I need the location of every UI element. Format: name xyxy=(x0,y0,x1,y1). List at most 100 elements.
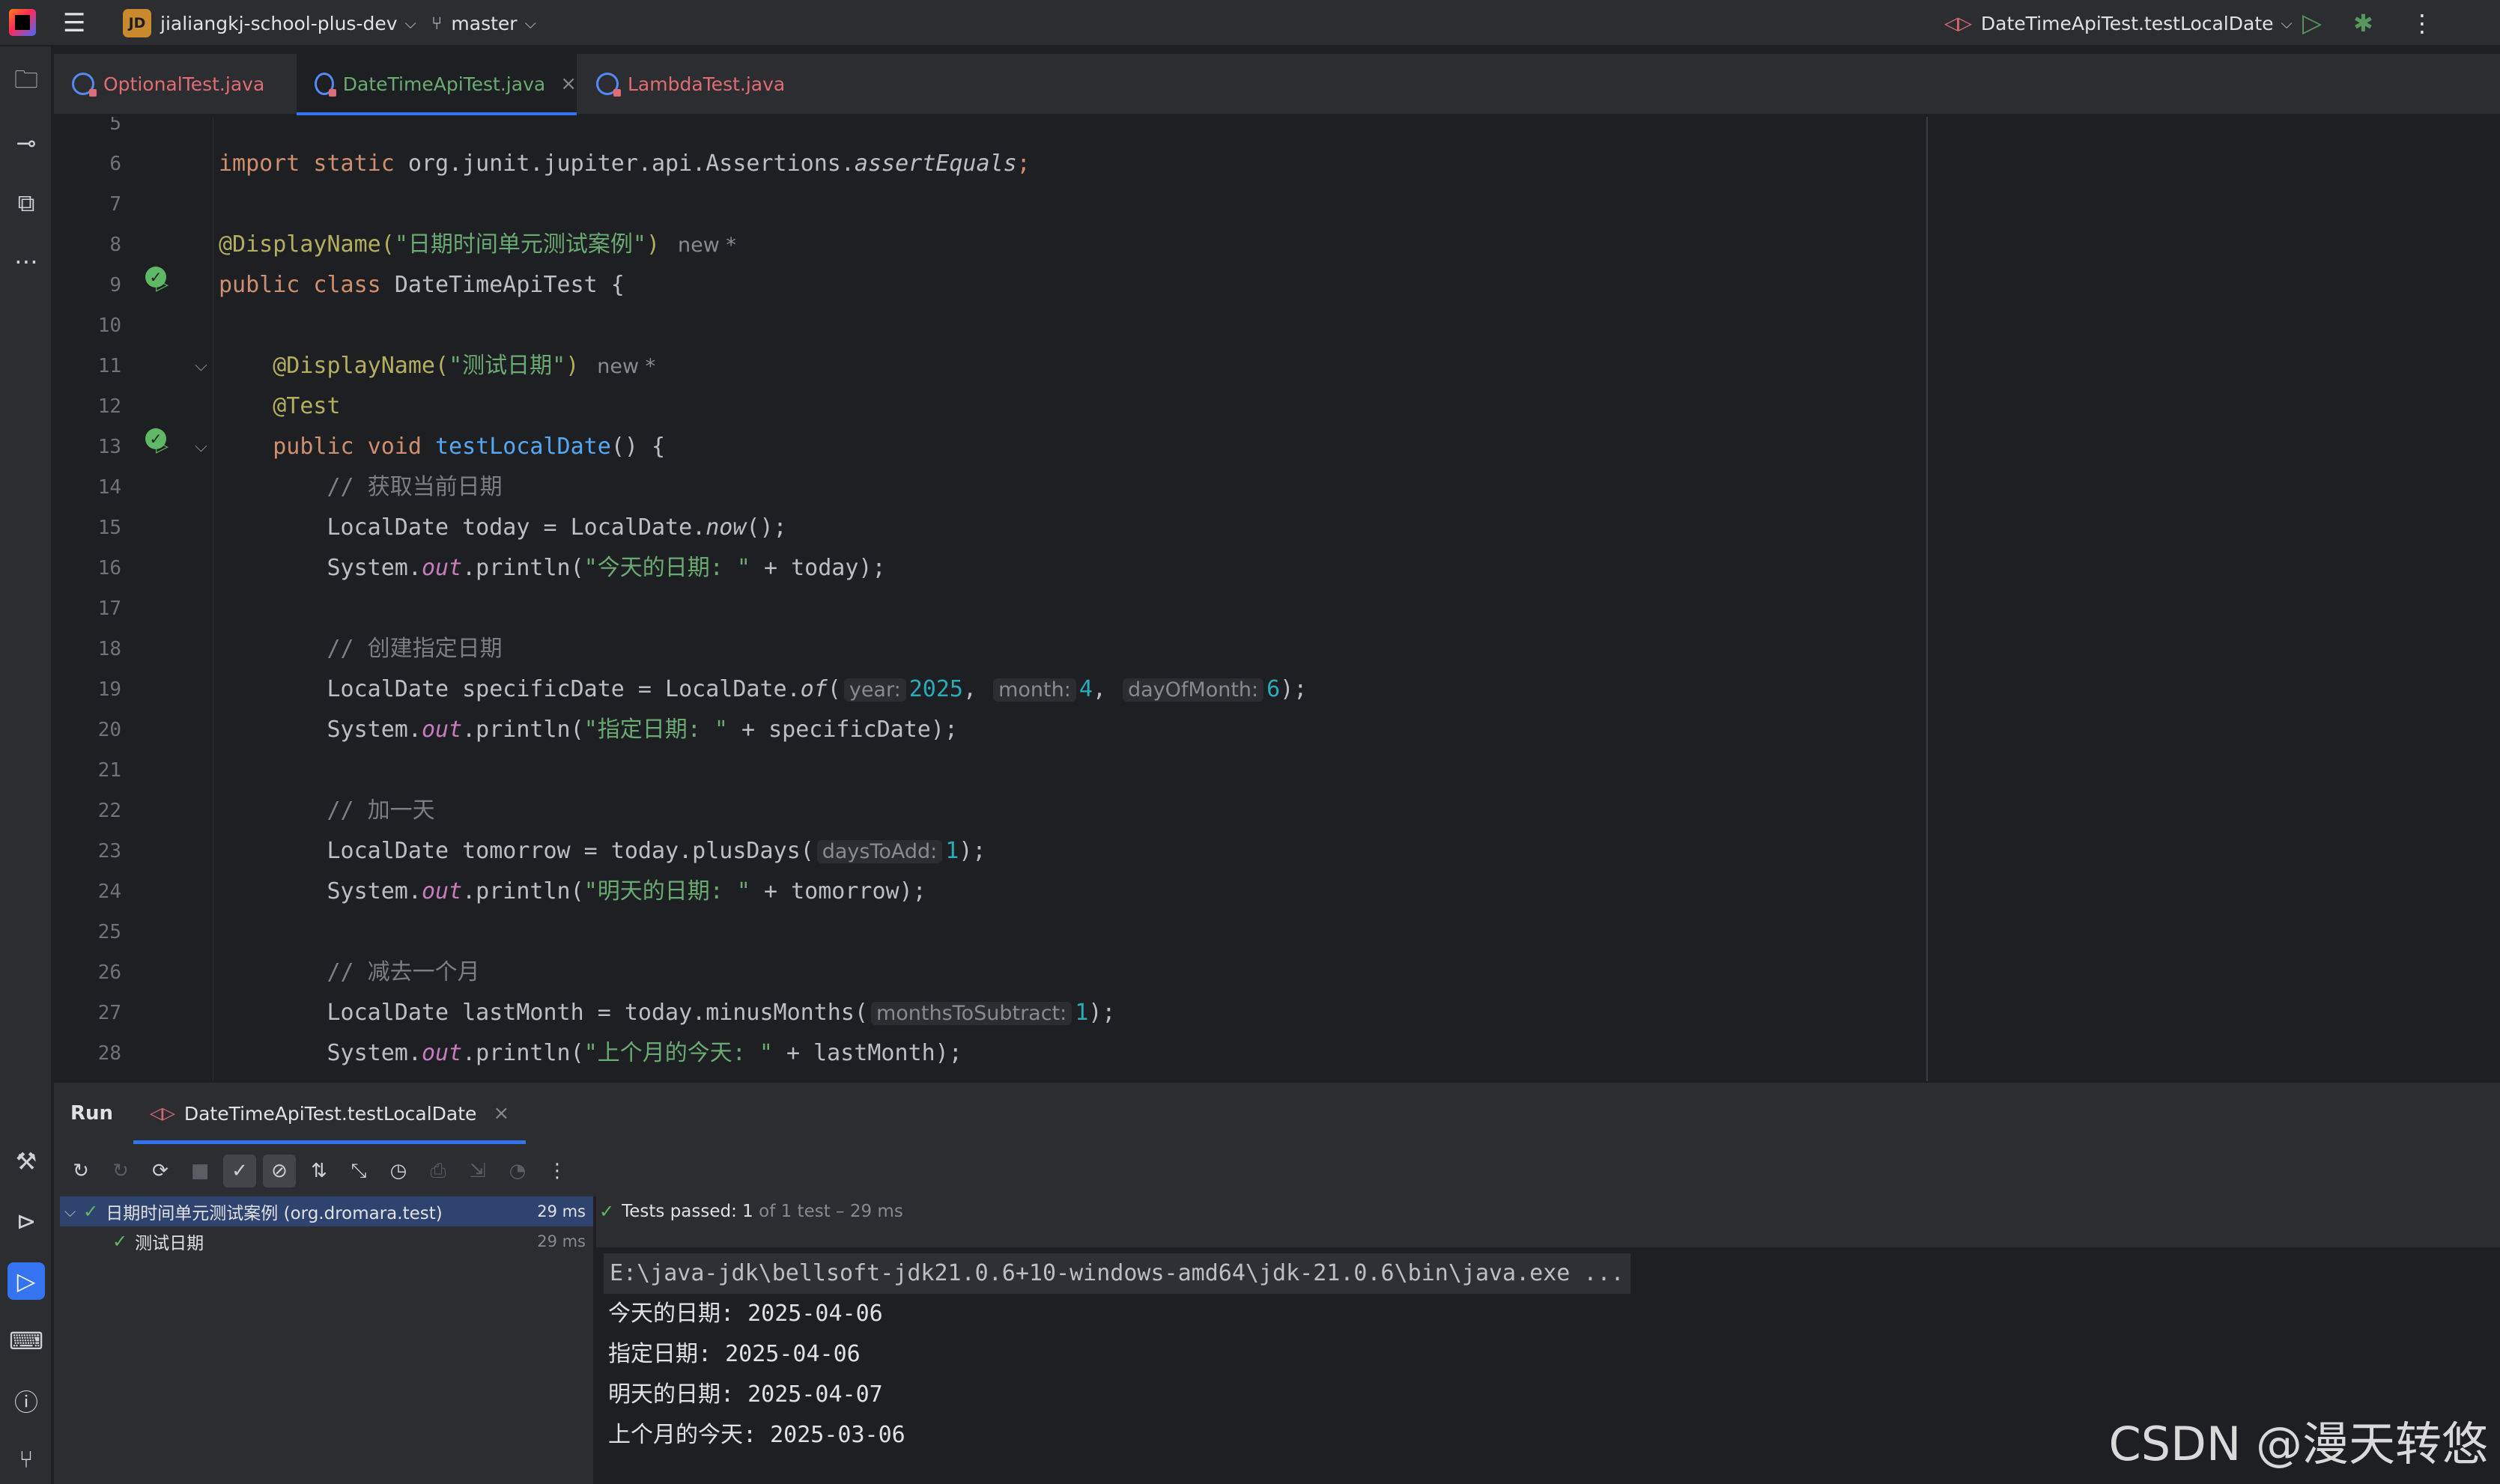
code-text: + specificDate); xyxy=(727,717,958,743)
run-icon[interactable]: ▷ xyxy=(2302,0,2322,46)
test-results-tree: ⌵ ✓ 日期时间单元测试案例 (org.dromara.test) 29 ms … xyxy=(60,1196,593,1484)
more-actions-icon[interactable]: ⋮ xyxy=(2410,0,2434,46)
code-text: System. xyxy=(327,878,422,904)
show-passed-icon[interactable]: ✓ xyxy=(223,1155,256,1187)
run-tool-icon[interactable]: ▷ xyxy=(7,1262,45,1300)
stop-icon[interactable]: ■ xyxy=(183,1155,216,1187)
services-icon[interactable]: ⊳ xyxy=(7,1202,45,1240)
method-name: testLocalDate xyxy=(435,434,611,460)
line-number: 6 xyxy=(109,153,121,175)
static-field: out xyxy=(421,1040,463,1066)
chevron-down-icon: ⌵ xyxy=(524,14,536,32)
string-literal: "明天的日期: " xyxy=(583,878,750,904)
more-options-icon[interactable]: ⋮ xyxy=(541,1155,574,1187)
tree-row-test-method[interactable]: ✓ 测试日期 29 ms xyxy=(60,1226,593,1256)
intellij-logo-icon[interactable] xyxy=(9,9,36,36)
problems-icon[interactable]: ⓘ xyxy=(7,1382,45,1420)
annotation: @Test xyxy=(273,393,341,419)
passed-check-icon: ✓ xyxy=(599,1201,615,1222)
run-test-method-icon[interactable]: ✓ ▷ xyxy=(145,428,171,456)
code-text: .println( xyxy=(462,878,584,904)
terminal-icon[interactable]: ⌨ xyxy=(7,1322,45,1360)
string-literal: "日期时间单元测试案例" xyxy=(394,231,646,258)
line-number: 18 xyxy=(97,638,121,660)
semicolon: ; xyxy=(1016,150,1031,177)
branch-selector[interactable]: ⑂ master ⌵ xyxy=(431,0,536,46)
sort-icon[interactable]: ⇅ xyxy=(303,1155,336,1187)
punctuation: ( xyxy=(827,676,841,702)
parameter-hint: dayOfMonth: xyxy=(1123,678,1264,702)
string-literal: "今天的日期: " xyxy=(583,555,750,581)
export-results-icon[interactable]: ⎙ xyxy=(422,1155,455,1187)
chevron-down-icon[interactable]: ⌵ xyxy=(64,1202,76,1220)
console-command-line[interactable]: E:\java-jdk\bellsoft-jdk21.0.6+10-window… xyxy=(604,1253,1630,1294)
code-line: System.out.println("今天的日期: " + today); xyxy=(219,548,886,589)
toggle-auto-test-icon[interactable]: ⟳ xyxy=(144,1155,177,1187)
code-text: System. xyxy=(327,1040,422,1066)
tree-row-test-class[interactable]: ⌵ ✓ 日期时间单元测试案例 (org.dromara.test) 29 ms xyxy=(60,1196,593,1226)
fold-chevron-icon[interactable]: ⌵ xyxy=(195,427,207,467)
run-test-class-icon[interactable]: ✓ ▷ xyxy=(145,267,171,294)
debug-icon[interactable]: ✱ xyxy=(2353,0,2373,46)
code-line: System.out.println("指定日期: " + specificDa… xyxy=(219,710,958,750)
code-line: import static org.junit.jupiter.api.Asse… xyxy=(219,144,1031,184)
java-class-icon xyxy=(72,73,97,97)
line-number: 23 xyxy=(97,840,121,863)
run-toolbar: ↻ ↻ ⟳ ■ ✓ ⊘ ⇅ ⤡ ◷ ⎙ ⇲ ◔ ⋮ xyxy=(64,1155,580,1187)
string-literal: "上个月的今天: " xyxy=(583,1040,773,1066)
show-ignored-icon[interactable]: ⊘ xyxy=(263,1155,296,1187)
build-hammer-icon[interactable]: ⚒ xyxy=(7,1143,45,1180)
test-method-label: 测试日期 xyxy=(135,1234,204,1253)
rerun-icon[interactable]: ↻ xyxy=(64,1155,97,1187)
static-field: out xyxy=(421,717,463,743)
project-folder-icon[interactable]: 🗀 xyxy=(7,64,45,102)
method-name: assertEquals xyxy=(854,150,1017,177)
test-duration: 29 ms xyxy=(537,1202,586,1220)
tab-datetime-api-test[interactable]: DateTimeApiTest.java × xyxy=(297,54,577,115)
line-number: 14 xyxy=(97,476,121,499)
project-selector[interactable]: JD jialiangkj-school-plus-dev ⌵ xyxy=(123,0,416,46)
run-tab[interactable]: ◁▷ DateTimeApiTest.testLocalDate × xyxy=(133,1083,527,1144)
test-duration: 29 ms xyxy=(537,1232,586,1250)
fold-chevron-icon[interactable]: ⌵ xyxy=(195,346,207,386)
keyword: public class xyxy=(219,272,381,298)
code-text: System. xyxy=(327,717,422,743)
main-menu-icon[interactable]: ☰ xyxy=(63,0,85,46)
code-line: LocalDate lastMonth = today.minusMonths(… xyxy=(219,993,1116,1034)
line-number: 7 xyxy=(109,193,121,216)
line-number: 16 xyxy=(97,557,121,580)
annotation-close: ) xyxy=(565,353,580,379)
parameter-hint: daysToAdd: xyxy=(816,840,943,863)
code-line: System.out.println("上个月的今天: " + lastMont… xyxy=(219,1033,962,1074)
string-literal: "测试日期" xyxy=(449,353,566,379)
rerun-failed-icon[interactable]: ↻ xyxy=(104,1155,137,1187)
tab-label: OptionalTest.java xyxy=(103,73,265,95)
git-icon[interactable]: ⑂ xyxy=(7,1441,45,1478)
line-number: 28 xyxy=(97,1042,121,1065)
method-name: now xyxy=(706,514,747,541)
code-line: System.out.println("明天的日期: " + tomorrow)… xyxy=(219,872,926,912)
annotation: @DisplayName( xyxy=(273,353,449,379)
test-history-icon[interactable]: ◷ xyxy=(382,1155,415,1187)
punctuation: ); xyxy=(1088,1000,1116,1026)
line-number: 10 xyxy=(97,314,121,337)
code-text: System. xyxy=(327,555,422,581)
chevron-down-icon: ⌵ xyxy=(404,14,416,32)
coverage-icon[interactable]: ◔ xyxy=(501,1155,534,1187)
code-line: // 创建指定日期 xyxy=(219,629,503,669)
close-icon[interactable]: × xyxy=(560,73,577,95)
test-class-label: 日期时间单元测试案例 (org.dromara.test) xyxy=(106,1204,443,1223)
test-config-icon: ◁▷ xyxy=(1944,13,1972,34)
line-number: 8 xyxy=(109,234,121,256)
tab-lambda-test[interactable]: LambdaTest.java xyxy=(578,54,803,114)
more-tools-icon[interactable]: ⋯ xyxy=(7,243,45,280)
run-config-selector[interactable]: ◁▷ DateTimeApiTest.testLocalDate ⌵ xyxy=(1944,0,2293,46)
annotation-close: ) xyxy=(646,231,660,258)
structure-icon[interactable]: ⧉ xyxy=(7,184,45,222)
import-tests-icon[interactable]: ⇲ xyxy=(461,1155,494,1187)
commit-icon[interactable]: ⊸ xyxy=(7,124,45,162)
tab-optional-test[interactable]: OptionalTest.java xyxy=(54,54,295,114)
close-icon[interactable]: × xyxy=(493,1102,509,1125)
code-editor[interactable]: 5 6 7 8 9 10 11 12 13 14 15 16 17 18 19 … xyxy=(54,117,2500,1081)
collapse-all-icon[interactable]: ⤡ xyxy=(342,1155,375,1187)
